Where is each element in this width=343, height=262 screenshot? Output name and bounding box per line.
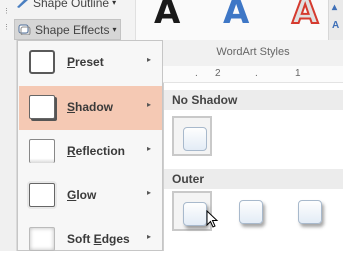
shadow-icon — [29, 95, 55, 119]
wordart-side-buttons: ▴ A — [328, 0, 343, 40]
menu-item-glow[interactable]: Glow ▸ — [19, 174, 162, 218]
glow-icon — [29, 183, 55, 207]
reflection-icon — [29, 139, 55, 163]
shape-effects-icon — [18, 24, 31, 36]
wordart-style-red-outline[interactable]: A — [291, 0, 319, 33]
shape-preview-icon — [298, 200, 322, 224]
section-heading-outer: Outer — [164, 169, 343, 189]
ruler-mark: 1 — [295, 68, 301, 79]
ruler-mark: . — [255, 68, 258, 79]
chevron-right-icon: ▸ — [147, 188, 152, 197]
menu-item-label: Reflection — [67, 144, 126, 158]
chevron-right-icon: ▸ — [147, 55, 152, 64]
wordart-group-bar: WordArt Styles — [163, 40, 343, 67]
ruler-mark: . — [195, 68, 198, 79]
preset-icon — [29, 50, 55, 74]
shape-preview-icon — [183, 202, 207, 226]
shape-effects-button[interactable]: Shape Effects ▾ — [14, 19, 121, 40]
gallery-scroll-up-icon[interactable]: ▴ — [332, 2, 337, 13]
section-heading-no-shadow: No Shadow — [164, 90, 343, 110]
soft-edges-icon — [29, 227, 55, 251]
wordart-group-label: WordArt Styles — [216, 46, 290, 58]
shape-preview-icon — [183, 127, 207, 151]
shape-outline-button[interactable]: Shape Outline ▾ — [16, 0, 116, 11]
no-shadow-option[interactable] — [172, 116, 212, 156]
chevron-right-icon: ▸ — [147, 232, 152, 241]
shadow-gallery: No Shadow Outer — [163, 83, 343, 251]
menu-item-label: Shadow — [67, 100, 114, 114]
group-grip-bottom: ⋮ — [3, 24, 10, 31]
chevron-down-icon: ▾ — [112, 25, 117, 34]
wordart-style-black[interactable]: A — [154, 0, 180, 32]
group-grip-top: ⋮ — [3, 8, 10, 15]
shape-effects-menu: Preset ▸ Shadow ▸ Reflection ▸ Glow ▸ So… — [17, 40, 163, 251]
menu-item-soft-edges[interactable]: Soft Edges ▸ — [19, 218, 162, 262]
chevron-right-icon: ▸ — [147, 144, 152, 153]
text-fill-icon[interactable]: A — [332, 20, 339, 31]
mouse-cursor-icon — [206, 209, 220, 230]
shape-outline-label: Shape Outline — [33, 0, 110, 10]
menu-item-preset[interactable]: Preset ▸ — [19, 41, 162, 85]
outer-shadow-option-3[interactable] — [289, 191, 329, 231]
menu-item-label: Soft Edges — [67, 232, 130, 246]
ruler-mark: 2 — [215, 68, 221, 79]
menu-item-label: Glow — [67, 188, 97, 202]
wordart-styles-gallery: A A A — [135, 0, 336, 40]
menu-item-reflection[interactable]: Reflection ▸ — [19, 130, 162, 174]
wordart-style-blue[interactable]: A — [223, 0, 249, 32]
chevron-down-icon: ▾ — [112, 0, 117, 7]
outer-shadow-option-2[interactable] — [230, 191, 270, 231]
left-margin-strip — [0, 40, 17, 251]
pen-icon — [16, 0, 29, 8]
shape-preview-icon — [239, 200, 263, 224]
menu-item-label: Preset — [67, 55, 104, 69]
horizontal-ruler: . 2 . 1 — [163, 66, 343, 83]
shape-effects-label: Shape Effects — [35, 22, 110, 37]
chevron-right-icon: ▸ — [147, 100, 152, 109]
menu-item-shadow[interactable]: Shadow ▸ — [19, 86, 162, 130]
